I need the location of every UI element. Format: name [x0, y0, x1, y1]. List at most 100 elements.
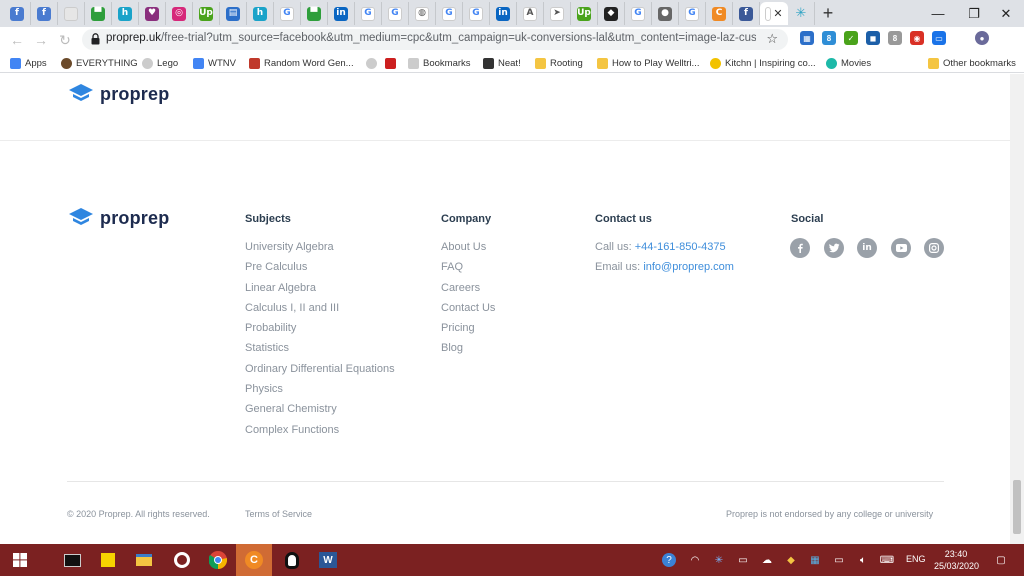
- youtube-icon[interactable]: [891, 238, 911, 258]
- browser-tab[interactable]: ◎: [166, 2, 193, 25]
- close-window-button[interactable]: ✕: [988, 0, 1024, 27]
- footer-link[interactable]: Contact Us: [441, 302, 495, 322]
- forward-arrow-icon[interactable]: →: [32, 31, 50, 49]
- browser-tab[interactable]: ▀: [85, 2, 112, 25]
- address-bar[interactable]: proprep.uk/free-trial?utm_source=faceboo…: [82, 29, 788, 50]
- new-tab-button[interactable]: +: [815, 2, 841, 25]
- browser-tab[interactable]: ▀: [301, 2, 328, 25]
- email-link[interactable]: info@proprep.com: [643, 261, 734, 273]
- extension-calendar-icon[interactable]: ▦: [800, 31, 814, 45]
- browser-tab[interactable]: in: [328, 2, 355, 25]
- clock[interactable]: 23:40 25/03/2020: [934, 548, 979, 572]
- linkedin-icon[interactable]: in: [857, 238, 877, 258]
- browser-tab[interactable]: C: [706, 2, 733, 25]
- keyboard-icon[interactable]: ⌨: [880, 553, 894, 567]
- footer-link[interactable]: Probability: [245, 322, 395, 342]
- footer-link[interactable]: University Algebra: [245, 241, 395, 261]
- browser-tab[interactable]: ✳: [788, 2, 815, 25]
- notification-icon[interactable]: ▢: [994, 553, 1008, 567]
- bookmark-item[interactable]: Random Word Gen...: [249, 56, 354, 70]
- chrome-icon[interactable]: [200, 544, 236, 576]
- browser-tab[interactable]: in: [490, 2, 517, 25]
- browser-tab[interactable]: G: [355, 2, 382, 25]
- browser-tab[interactable]: G: [679, 2, 706, 25]
- active-browser-tab[interactable]: ✕: [760, 2, 788, 25]
- footer-link[interactable]: FAQ: [441, 261, 495, 281]
- browser-tab[interactable]: ◆: [598, 2, 625, 25]
- footer-link[interactable]: Pricing: [441, 322, 495, 342]
- browser-tab[interactable]: f: [733, 2, 760, 25]
- extension-8-icon[interactable]: 8: [822, 31, 836, 45]
- battery-icon[interactable]: ▭: [832, 553, 846, 567]
- orange-app-icon[interactable]: C: [236, 544, 272, 576]
- bookmark-item[interactable]: Lego: [142, 56, 178, 70]
- twitter-icon[interactable]: [824, 238, 844, 258]
- shield-tray-icon[interactable]: ◆: [784, 553, 798, 567]
- bookmark-star-icon[interactable]: ☆: [766, 31, 778, 47]
- bookmark-item[interactable]: [385, 56, 400, 70]
- bookmark-item[interactable]: [366, 56, 381, 70]
- footer-logo[interactable]: proprep: [68, 207, 169, 229]
- back-arrow-icon[interactable]: ←: [8, 31, 26, 49]
- page-scrollbar[interactable]: [1010, 74, 1024, 544]
- header-logo[interactable]: proprep: [68, 83, 169, 105]
- browser-tab[interactable]: G: [625, 2, 652, 25]
- bookmark-item[interactable]: Apps: [10, 56, 47, 70]
- bookmark-item[interactable]: Rooting: [535, 56, 583, 70]
- browser-tab[interactable]: f: [4, 2, 31, 25]
- windows-start-icon[interactable]: [2, 544, 38, 576]
- browser-tab[interactable]: h: [112, 2, 139, 25]
- footer-link[interactable]: General Chemistry: [245, 403, 395, 423]
- phone-link[interactable]: +44-161-850-4375: [635, 241, 726, 253]
- file-explorer-icon[interactable]: [126, 544, 162, 576]
- circle-app-icon[interactable]: [164, 544, 200, 576]
- network-tray-icon[interactable]: ▦: [808, 553, 822, 567]
- help-icon[interactable]: ?: [662, 553, 676, 567]
- profile-avatar-icon[interactable]: ●: [975, 31, 989, 45]
- browser-tab[interactable]: [58, 2, 85, 25]
- bookmark-item[interactable]: Bookmarks: [408, 56, 471, 70]
- volume-icon[interactable]: 🔈︎: [856, 553, 870, 567]
- instagram-icon[interactable]: [924, 238, 944, 258]
- bookmark-item[interactable]: WTNV: [193, 56, 236, 70]
- browser-tab[interactable]: Up: [193, 2, 220, 25]
- footer-link[interactable]: Complex Functions: [245, 424, 395, 444]
- browser-tab[interactable]: G: [382, 2, 409, 25]
- bookmark-item[interactable]: Movies: [826, 56, 871, 70]
- close-tab-icon[interactable]: ✕: [773, 7, 782, 20]
- browser-tab[interactable]: ◍: [409, 2, 436, 25]
- display-icon[interactable]: ▭: [736, 553, 750, 567]
- footer-link[interactable]: Pre Calculus: [245, 261, 395, 281]
- footer-link[interactable]: Careers: [441, 282, 495, 302]
- footer-link[interactable]: Statistics: [245, 342, 395, 362]
- terms-of-service-link[interactable]: Terms of Service: [245, 509, 312, 519]
- snowflake-icon[interactable]: ✳: [712, 553, 726, 567]
- sticky-notes-icon[interactable]: [90, 544, 126, 576]
- reload-icon[interactable]: ↻: [56, 31, 74, 49]
- cloud-icon[interactable]: ☁: [760, 553, 774, 567]
- browser-tab[interactable]: G: [436, 2, 463, 25]
- footer-link[interactable]: Physics: [245, 383, 395, 403]
- bookmark-item[interactable]: Other bookmarks: [928, 56, 1016, 70]
- browser-tab[interactable]: A: [517, 2, 544, 25]
- minimize-button[interactable]: —: [920, 0, 956, 27]
- bookmark-item[interactable]: How to Play Welltri...: [597, 56, 699, 70]
- footer-link[interactable]: About Us: [441, 241, 495, 261]
- extension-chat-icon[interactable]: ▭: [932, 31, 946, 45]
- browser-tab[interactable]: ▤: [220, 2, 247, 25]
- footer-link[interactable]: Calculus I, II and III: [245, 302, 395, 322]
- facebook-icon[interactable]: [790, 238, 810, 258]
- footer-link[interactable]: Ordinary Differential Equations: [245, 363, 395, 383]
- extension-red-icon[interactable]: ◉: [910, 31, 924, 45]
- footer-link[interactable]: Blog: [441, 342, 495, 362]
- penguin-app-icon[interactable]: [274, 544, 310, 576]
- browser-tab[interactable]: G: [463, 2, 490, 25]
- browser-tab[interactable]: ♥: [139, 2, 166, 25]
- language-indicator[interactable]: ENG: [906, 554, 926, 564]
- bookmark-item[interactable]: Neat!: [483, 56, 521, 70]
- word-icon[interactable]: W: [310, 544, 346, 576]
- bookmark-item[interactable]: Kitchn | Inspiring co...: [710, 56, 816, 70]
- browser-tab[interactable]: f: [31, 2, 58, 25]
- extension-grammar-icon[interactable]: ✓: [844, 31, 858, 45]
- wifi-icon[interactable]: ◠: [688, 553, 702, 567]
